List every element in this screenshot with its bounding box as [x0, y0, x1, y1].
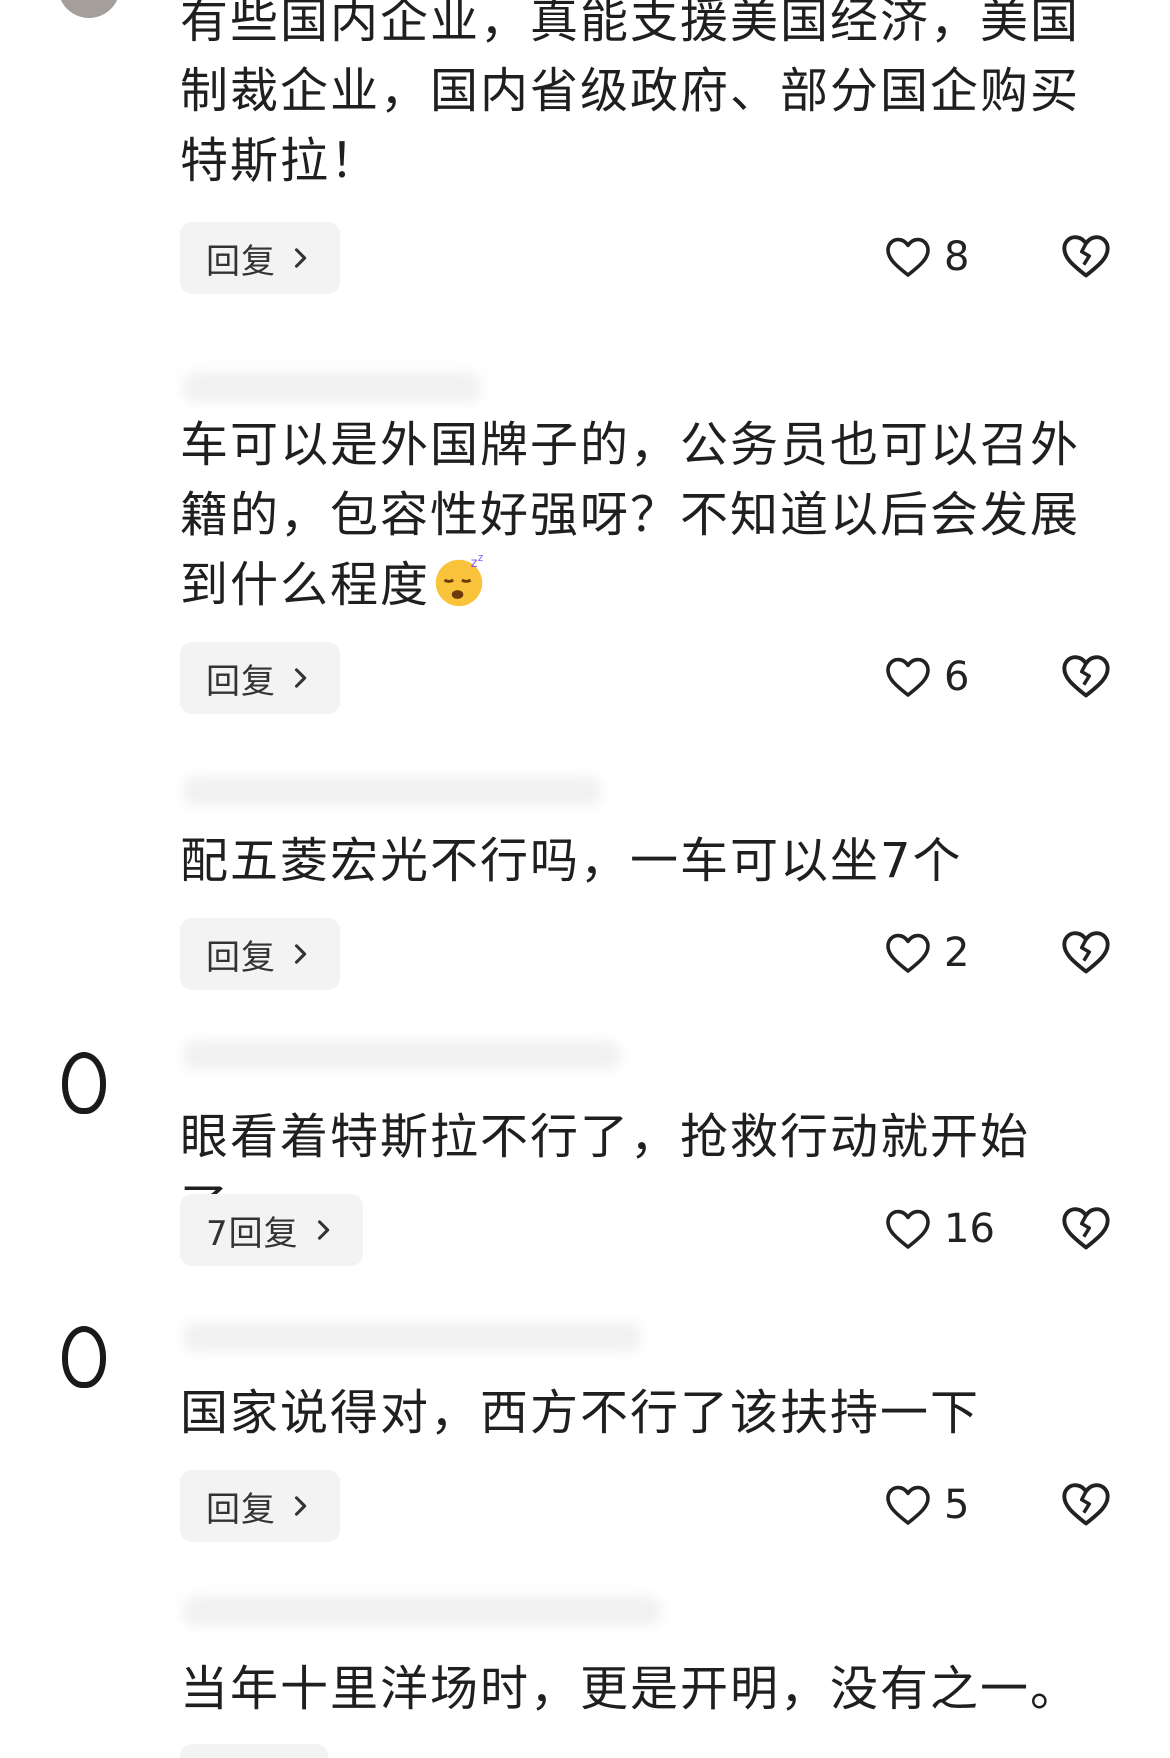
like-button[interactable]: 8: [884, 234, 969, 280]
heart-outline-icon: [886, 1485, 930, 1525]
chevron-right-icon: [294, 944, 307, 964]
reply-button[interactable]: 回复: [180, 1470, 340, 1542]
reply-label: 回复: [206, 937, 276, 978]
username-blurred: [182, 1322, 642, 1352]
like-button[interactable]: 2: [884, 930, 969, 976]
reply-button[interactable]: 回复: [180, 918, 340, 990]
username-blurred: [182, 776, 602, 806]
heart-outline-icon: [886, 1209, 930, 1249]
svg-text:z: z: [478, 553, 486, 564]
heart-outline-icon: [886, 933, 930, 973]
reply-label: 回复: [206, 1489, 276, 1530]
broken-heart-outline-icon[interactable]: [1060, 652, 1112, 700]
broken-heart-outline-icon[interactable]: [1060, 232, 1112, 280]
username-blurred: [182, 1040, 622, 1070]
avatar[interactable]: [58, 0, 120, 18]
chevron-right-icon: [317, 1220, 329, 1240]
comment-text: 有些国内企业，真能支援美国经济，美国制裁企业，国内省级政府、部分国企购买特斯拉！: [180, 0, 1081, 189]
reply-label: 回复: [206, 241, 276, 282]
reply-button[interactable]: 回复: [180, 222, 340, 294]
like-count: 8: [944, 234, 970, 280]
broken-heart-outline-icon[interactable]: [1060, 1480, 1112, 1528]
like-count: 16: [944, 1206, 995, 1252]
username-blurred: [182, 1596, 662, 1626]
like-button[interactable]: 16: [884, 1206, 995, 1252]
comment-text-content: 车可以是外国牌子的，公务员也可以召外籍的，包容性好强呀？不知道以后会发展到什么程…: [180, 417, 1081, 613]
sleepy-face-icon: zz: [435, 553, 486, 607]
username-blurred: [182, 372, 482, 402]
heart-outline-icon: [886, 237, 930, 277]
reply-label: 7回复: [206, 1213, 299, 1254]
reply-button[interactable]: 7回复: [180, 1194, 363, 1266]
comment-text: 当年十里洋场时，更是开明，没有之一。: [180, 1661, 1081, 1717]
avatar[interactable]: [62, 1052, 106, 1114]
like-button[interactable]: 5: [884, 1482, 969, 1528]
like-count: 5: [944, 1482, 970, 1528]
broken-heart-outline-icon[interactable]: [1060, 1204, 1112, 1252]
chevron-right-icon: [294, 248, 307, 268]
reply-button-partial[interactable]: [180, 1744, 328, 1758]
chevron-right-icon: [294, 1496, 307, 1516]
like-button[interactable]: 6: [884, 654, 969, 700]
heart-outline-icon: [886, 657, 930, 697]
comment-text: 车可以是外国牌子的，公务员也可以召外籍的，包容性好强呀？不知道以后会发展到什么程…: [180, 410, 1110, 620]
avatar[interactable]: [62, 1326, 106, 1388]
reply-button[interactable]: 回复: [180, 642, 340, 714]
like-count: 2: [944, 930, 970, 976]
comment-text: 国家说得对，西方不行了该扶持一下: [180, 1385, 981, 1441]
like-count: 6: [944, 654, 970, 700]
reply-label: 回复: [206, 661, 276, 702]
broken-heart-outline-icon[interactable]: [1060, 928, 1112, 976]
comment-text: 配五菱宏光不行吗，一车可以坐7个: [180, 833, 963, 889]
chevron-right-icon: [294, 668, 307, 688]
